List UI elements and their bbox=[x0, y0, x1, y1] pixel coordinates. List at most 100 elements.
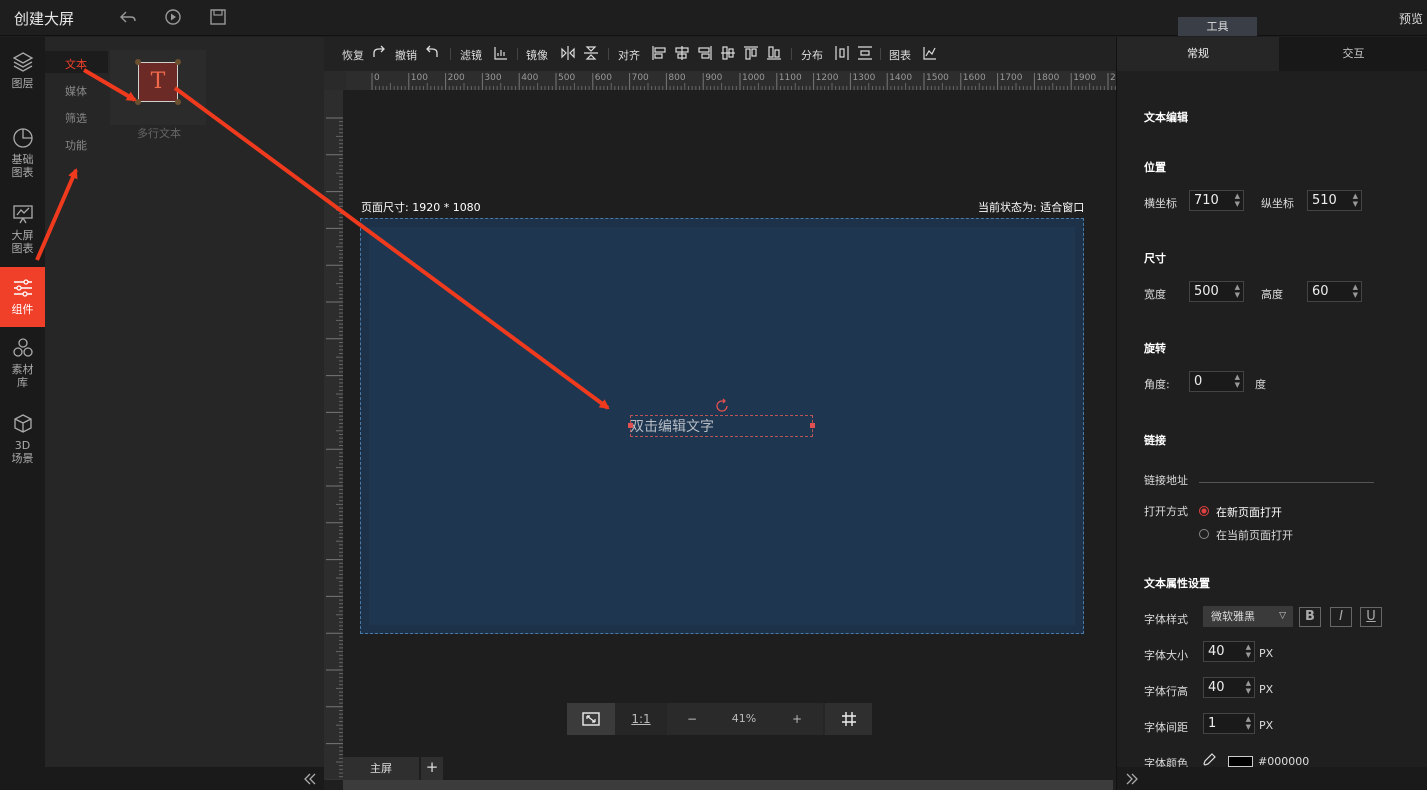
ruler-tick-label: 1100 bbox=[779, 73, 802, 83]
section-text-attrs: 文本属性设置 bbox=[1144, 577, 1210, 590]
ruler-tick-label: 300 bbox=[484, 73, 501, 83]
undo-icon[interactable] bbox=[424, 45, 440, 61]
align-left-icon[interactable] bbox=[651, 45, 667, 61]
nav-basic-charts[interactable]: 基础图表 bbox=[0, 127, 45, 187]
category-text[interactable]: 文本 bbox=[65, 56, 87, 72]
distribute-horizontal-icon[interactable] bbox=[834, 45, 850, 61]
stepper-icon[interactable]: ▲ ▼ bbox=[1353, 192, 1358, 208]
horizontal-scrollbar[interactable] bbox=[343, 780, 1113, 790]
handle-dot bbox=[135, 59, 141, 65]
stepper-icon[interactable]: ▲ ▼ bbox=[1246, 643, 1251, 659]
save-icon[interactable] bbox=[209, 8, 227, 26]
section-text-edit: 文本编辑 bbox=[1144, 111, 1188, 124]
text-component-content[interactable]: 双击编辑文字 bbox=[630, 416, 714, 436]
tab-main-screen[interactable]: 主屏 bbox=[343, 757, 419, 780]
stepper-icon[interactable]: ▲ ▼ bbox=[1235, 373, 1240, 389]
category-filter[interactable]: 筛选 bbox=[65, 110, 87, 126]
fit-window-button[interactable] bbox=[567, 703, 615, 735]
multiline-text-component[interactable]: T bbox=[138, 62, 178, 102]
px-unit: PX bbox=[1259, 719, 1274, 732]
redo-button[interactable]: 恢复 bbox=[342, 47, 364, 63]
stepper-icon[interactable]: ▲ ▼ bbox=[1235, 192, 1240, 208]
mirror-button[interactable]: 镜像 bbox=[526, 47, 548, 63]
distribute-vertical-icon[interactable] bbox=[857, 45, 873, 61]
align-right-icon[interactable] bbox=[697, 45, 713, 61]
height-label: 高度 bbox=[1261, 288, 1283, 301]
font-size-input[interactable]: 40 ▲ ▼ bbox=[1203, 641, 1255, 662]
tools-tab[interactable]: 工具 bbox=[1178, 17, 1257, 36]
rotate-icon[interactable] bbox=[714, 398, 730, 414]
grid-toggle-button[interactable] bbox=[825, 703, 872, 735]
actual-size-button[interactable]: 1:1 bbox=[619, 703, 663, 735]
properties-footer bbox=[1117, 767, 1427, 790]
x-input[interactable]: 710 ▲ ▼ bbox=[1189, 190, 1244, 211]
y-input[interactable]: 510 ▲ ▼ bbox=[1307, 190, 1362, 211]
y-value: 510 bbox=[1312, 193, 1337, 208]
zoom-out-button[interactable]: − bbox=[667, 703, 717, 735]
ruler-tick-label: 1900 bbox=[1073, 73, 1096, 83]
italic-button[interactable]: I bbox=[1330, 607, 1352, 627]
align-top-icon[interactable] bbox=[743, 45, 759, 61]
resize-handle-right[interactable] bbox=[810, 423, 815, 428]
preview-button[interactable]: 预览 bbox=[1399, 10, 1423, 27]
undo-icon[interactable] bbox=[119, 8, 137, 26]
filter-button[interactable]: 滤镜 bbox=[460, 47, 482, 63]
stepper-icon[interactable]: ▲ ▼ bbox=[1246, 715, 1251, 731]
height-input[interactable]: 60 ▲ ▼ bbox=[1307, 281, 1362, 302]
link-address-input[interactable] bbox=[1199, 482, 1374, 483]
nav-3d-scene[interactable]: 3D场景 bbox=[0, 413, 45, 473]
chart-icon[interactable] bbox=[922, 45, 938, 61]
nav-components[interactable]: 组件 bbox=[0, 267, 45, 327]
width-label: 宽度 bbox=[1144, 288, 1166, 301]
category-media[interactable]: 媒体 bbox=[65, 83, 87, 99]
flip-vertical-icon[interactable] bbox=[583, 45, 599, 61]
open-current-label[interactable]: 在当前页面打开 bbox=[1216, 527, 1293, 543]
align-center-h-icon[interactable] bbox=[674, 45, 690, 61]
filter-chart-icon[interactable] bbox=[493, 45, 509, 61]
open-new-label[interactable]: 在新页面打开 bbox=[1216, 504, 1282, 520]
play-icon[interactable] bbox=[164, 8, 182, 26]
separator bbox=[517, 48, 518, 60]
nav-screen-charts[interactable]: 大屏图表 bbox=[0, 203, 45, 263]
category-function[interactable]: 功能 bbox=[65, 137, 87, 153]
undo-button[interactable]: 撤销 bbox=[395, 47, 417, 63]
collapse-left-icon[interactable] bbox=[303, 772, 317, 786]
radio-open-current[interactable] bbox=[1199, 529, 1209, 539]
ruler-tick-label: 200 bbox=[448, 73, 465, 83]
align-middle-v-icon[interactable] bbox=[720, 45, 736, 61]
stepper-icon[interactable]: ▲ ▼ bbox=[1246, 679, 1251, 695]
ruler-ticks: 0 100 200 300 400 500 600 700 800 900 1000 1100 1200… bbox=[371, 73, 1116, 90]
px-unit: PX bbox=[1259, 683, 1274, 696]
angle-input[interactable]: 0 ▲ ▼ bbox=[1189, 371, 1244, 392]
flip-horizontal-icon[interactable] bbox=[560, 45, 576, 61]
nav-assets[interactable]: 素材库 bbox=[0, 337, 45, 397]
nav-layers[interactable]: 图层 bbox=[0, 51, 45, 101]
bold-button[interactable]: B bbox=[1299, 607, 1321, 627]
align-bottom-icon[interactable] bbox=[766, 45, 782, 61]
tab-interaction[interactable]: 交互 bbox=[1279, 37, 1427, 71]
stepper-icon[interactable]: ▲ ▼ bbox=[1235, 283, 1240, 299]
tab-general[interactable]: 常规 bbox=[1117, 37, 1279, 71]
letter-spacing-input[interactable]: 1 ▲ ▼ bbox=[1203, 713, 1255, 734]
nav-layers-label: 图层 bbox=[11, 77, 34, 90]
top-bar: 创建大屏 工具 预览 bbox=[0, 0, 1427, 36]
separator bbox=[450, 48, 451, 60]
font-family-select[interactable]: 微软雅黑 ▽ bbox=[1203, 606, 1293, 627]
resize-handle-left[interactable] bbox=[628, 423, 633, 428]
redo-icon[interactable] bbox=[371, 45, 387, 61]
handle-dot bbox=[175, 99, 181, 105]
zoom-in-button[interactable]: + bbox=[771, 703, 823, 735]
presentation-chart-icon bbox=[12, 205, 33, 224]
stepper-icon[interactable]: ▲ ▼ bbox=[1353, 283, 1358, 299]
line-height-input[interactable]: 40 ▲ ▼ bbox=[1203, 677, 1255, 698]
width-input[interactable]: 500 ▲ ▼ bbox=[1189, 281, 1244, 302]
add-screen-button[interactable]: + bbox=[421, 757, 443, 780]
radio-open-new[interactable] bbox=[1199, 506, 1209, 516]
eyedropper-icon[interactable] bbox=[1202, 753, 1216, 767]
handle-dot bbox=[175, 59, 181, 65]
underline-button[interactable]: U bbox=[1360, 607, 1382, 627]
color-swatch[interactable] bbox=[1228, 756, 1253, 767]
collapse-right-icon[interactable] bbox=[1125, 772, 1139, 786]
distribute-label: 分布 bbox=[801, 49, 823, 62]
vertical-ruler bbox=[324, 90, 343, 780]
